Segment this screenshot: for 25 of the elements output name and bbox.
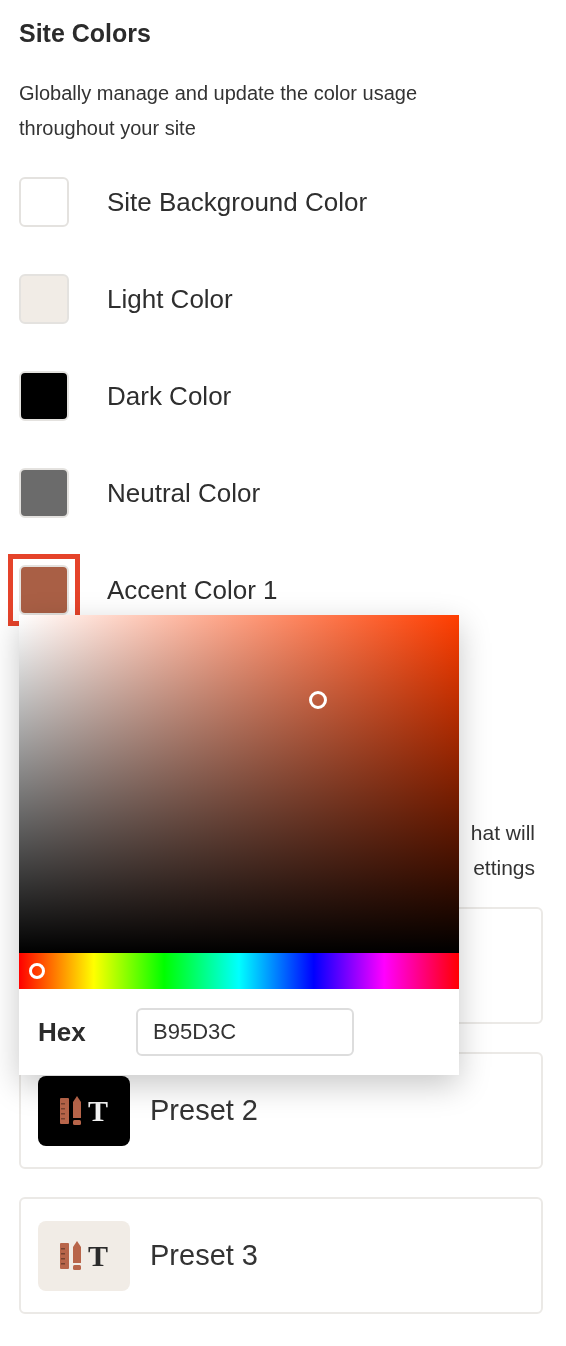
- color-label: Dark Color: [107, 380, 232, 412]
- preset-icon: T: [38, 1220, 130, 1291]
- color-label: Light Color: [107, 283, 233, 315]
- hex-input[interactable]: B95D3C: [136, 1008, 354, 1056]
- preset-icon: T: [38, 1075, 130, 1146]
- preset-card[interactable]: T Preset 3: [19, 1197, 543, 1314]
- color-label: Neutral Color: [107, 477, 261, 509]
- color-swatch[interactable]: [19, 177, 69, 227]
- color-label: Accent Color 1: [107, 574, 278, 606]
- color-swatch[interactable]: [19, 468, 69, 518]
- saturation-brightness-area[interactable]: [19, 615, 459, 953]
- section-description: Globally manage and update the color usage throughout your site: [19, 81, 419, 141]
- color-handle[interactable]: [309, 690, 328, 709]
- presets-description-fragment: hat will: [470, 820, 535, 846]
- section-title: Site Colors: [19, 18, 152, 48]
- hex-label: Hex: [38, 1016, 87, 1048]
- hue-handle[interactable]: [28, 963, 45, 979]
- preset-label: Preset 2: [150, 1094, 258, 1127]
- color-label: Site Background Color: [107, 186, 368, 218]
- preset-label: Preset 3: [150, 1239, 258, 1272]
- presets-description-fragment: ettings: [473, 855, 535, 881]
- color-swatch[interactable]: [19, 274, 69, 324]
- hue-slider[interactable]: [19, 953, 459, 989]
- color-swatch[interactable]: [19, 565, 69, 615]
- color-swatch[interactable]: [19, 371, 69, 421]
